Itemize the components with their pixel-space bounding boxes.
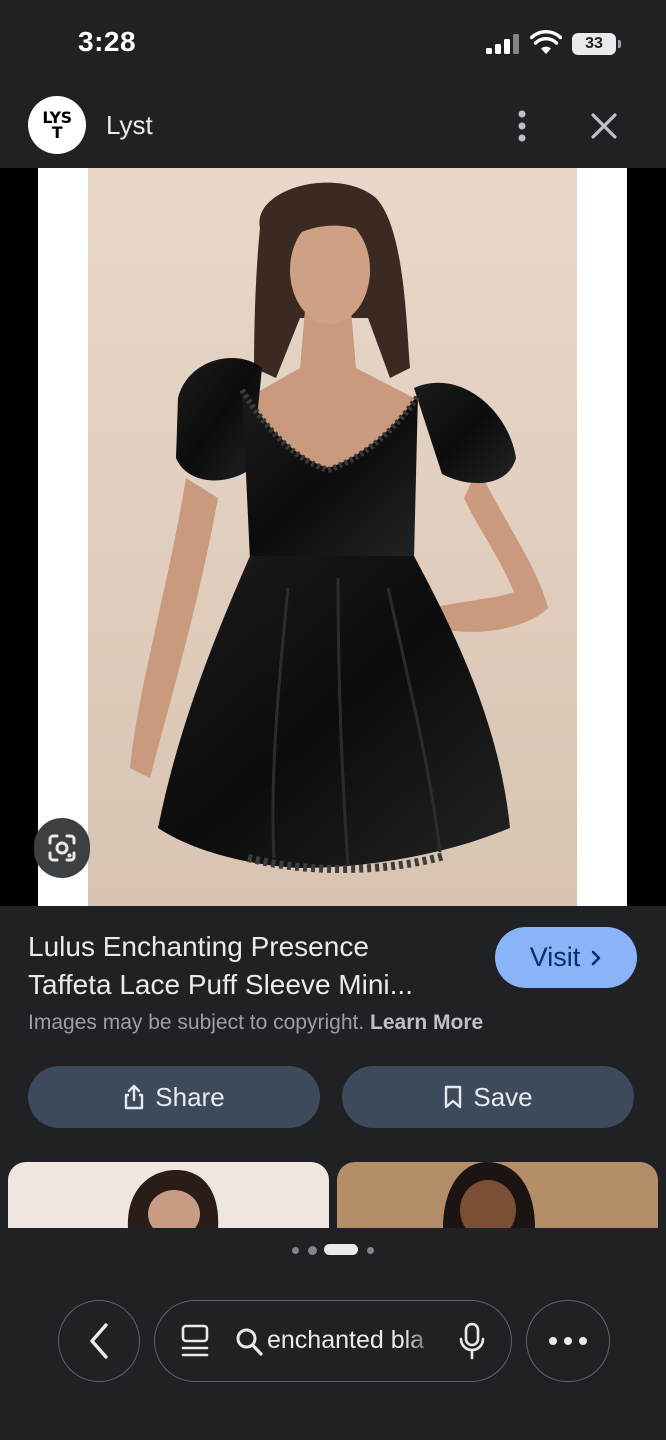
copyright-notice: Images may be subject to copyright. Lear… bbox=[28, 1011, 483, 1035]
battery-icon: 33 bbox=[572, 33, 621, 55]
image-viewer bbox=[0, 168, 666, 906]
related-image-2-photo bbox=[443, 1162, 535, 1228]
visit-button[interactable]: Visit bbox=[495, 927, 637, 988]
microphone-icon[interactable] bbox=[457, 1321, 487, 1361]
related-image-2[interactable] bbox=[337, 1162, 658, 1228]
more-horizontal-icon bbox=[564, 1337, 572, 1345]
share-icon bbox=[125, 1084, 144, 1110]
source-header: LYST Lyst bbox=[0, 88, 666, 168]
product-image-frame bbox=[38, 168, 627, 906]
more-horizontal-icon bbox=[549, 1337, 557, 1345]
save-button-label: Save bbox=[473, 1081, 533, 1112]
close-icon[interactable] bbox=[584, 106, 624, 146]
chevron-left-icon bbox=[90, 1323, 108, 1359]
wifi-icon bbox=[530, 30, 562, 54]
site-logo[interactable]: LYST bbox=[28, 96, 86, 154]
visit-button-label: Visit bbox=[529, 942, 581, 972]
page-dot bbox=[292, 1247, 299, 1254]
chevron-right-icon bbox=[591, 950, 601, 965]
product-title[interactable]: Lulus Enchanting Presence Taffeta Lace P… bbox=[28, 928, 478, 1004]
related-image-1[interactable] bbox=[8, 1162, 329, 1228]
save-button[interactable]: Save bbox=[342, 1066, 634, 1128]
learn-more-link[interactable]: Learn More bbox=[370, 1011, 483, 1034]
more-vertical-icon[interactable] bbox=[506, 106, 538, 146]
copyright-text: Images may be subject to copyright. bbox=[28, 1011, 365, 1034]
search-icon bbox=[236, 1328, 263, 1356]
search-bar[interactable]: enchanted bla bbox=[154, 1300, 512, 1382]
related-image-1-photo bbox=[127, 1170, 219, 1228]
share-button-label: Share bbox=[155, 1081, 225, 1112]
page-dot-active bbox=[324, 1244, 358, 1255]
search-text-fade bbox=[405, 1321, 439, 1361]
page-dot bbox=[367, 1247, 374, 1254]
site-name[interactable]: Lyst bbox=[106, 110, 153, 141]
page-indicator bbox=[0, 1244, 666, 1256]
bookmark-icon bbox=[445, 1085, 462, 1109]
status-bar: 3:28 33 bbox=[0, 0, 666, 88]
product-title-line2: Taffeta Lace Puff Sleeve Mini... bbox=[28, 969, 413, 1000]
product-title-line1: Lulus Enchanting Presence bbox=[28, 931, 369, 962]
lens-icon bbox=[48, 834, 76, 862]
status-time: 3:28 bbox=[78, 26, 137, 57]
site-logo-text: LYST bbox=[42, 108, 72, 142]
back-button[interactable] bbox=[58, 1300, 140, 1382]
google-lens-button[interactable] bbox=[34, 818, 90, 878]
product-image[interactable] bbox=[38, 168, 627, 906]
page-dot bbox=[308, 1246, 317, 1255]
more-horizontal-icon bbox=[579, 1337, 587, 1345]
more-options-button[interactable] bbox=[526, 1300, 610, 1382]
tabs-icon[interactable] bbox=[179, 1323, 211, 1359]
share-button[interactable]: Share bbox=[28, 1066, 320, 1128]
cellular-signal-icon bbox=[486, 34, 520, 54]
